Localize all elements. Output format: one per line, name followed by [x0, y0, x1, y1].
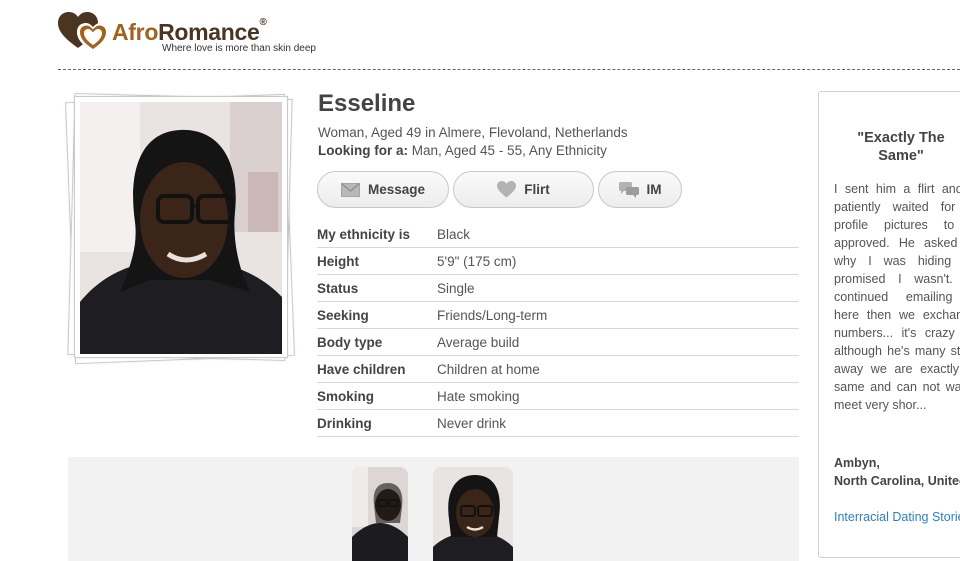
detail-row-ethnicity: My ethnicity is Black [317, 221, 799, 248]
profile-photo[interactable] [80, 102, 282, 354]
site-logo[interactable]: AfroRomance® Where love is more than ski… [58, 12, 328, 58]
detail-label: Have children [317, 361, 406, 377]
detail-row-height: Height 5'9" (175 cm) [317, 248, 799, 275]
im-button-label: IM [646, 182, 662, 197]
detail-label: Drinking [317, 415, 372, 431]
envelope-icon [340, 182, 360, 197]
photo-thumbnail[interactable] [352, 467, 408, 561]
registered-mark: ® [259, 17, 267, 28]
flirt-button[interactable]: Flirt [453, 171, 594, 208]
detail-label: Seeking [317, 307, 369, 323]
looking-for: Looking for a: Man, Aged 45 - 55, Any Et… [318, 143, 607, 158]
profile-name: Esseline [318, 90, 416, 117]
detail-label: Height [317, 253, 359, 269]
message-button-label: Message [367, 182, 426, 197]
im-button[interactable]: IM [598, 171, 682, 208]
detail-row-drinking: Drinking Never drink [317, 410, 799, 437]
detail-value: Black [437, 226, 471, 242]
detail-value: Friends/Long-term [437, 307, 548, 323]
thumbnail-image [352, 467, 408, 561]
testimonial-author-name: Ambyn, [834, 456, 880, 470]
photo-thumbnail-strip [68, 457, 799, 561]
detail-value: Never drink [437, 415, 507, 431]
looking-for-value: Man, Aged 45 - 55, Any Ethnicity [408, 143, 607, 158]
looking-for-label: Looking for a: [318, 143, 408, 158]
detail-value: 5'9" (175 cm) [437, 253, 517, 269]
message-button[interactable]: Message [317, 171, 449, 208]
thumbnail-image [433, 467, 513, 561]
detail-row-seeking: Seeking Friends/Long-term [317, 302, 799, 329]
testimonial-stories-link[interactable]: Interracial Dating Stories [834, 508, 960, 526]
flirt-button-label: Flirt [524, 182, 550, 197]
testimonial-panel: "Exactly The Same" I sent him a flirt an… [818, 91, 960, 558]
testimonial-body: I sent him a flirt and he patiently wait… [834, 182, 960, 412]
detail-value: Children at home [437, 361, 540, 377]
heart-icon [497, 181, 517, 198]
profile-photo-stack[interactable] [65, 92, 295, 365]
detail-row-children: Have children Children at home [317, 356, 799, 383]
detail-label: My ethnicity is [317, 226, 411, 242]
logo-text-afro: Afro [112, 19, 159, 45]
detail-value: Hate smoking [437, 388, 520, 404]
detail-label: Smoking [317, 388, 375, 404]
detail-label: Status [317, 280, 359, 296]
photo-thumbnail[interactable] [433, 467, 513, 561]
hearts-logo-icon [58, 12, 109, 52]
testimonial-author: Ambyn, North Carolina, United States [834, 454, 960, 490]
profile-summary: Woman, Aged 49 in Almere, Flevoland, Net… [318, 125, 628, 140]
profile-details-table: My ethnicity is Black Height 5'9" (175 c… [317, 221, 799, 437]
detail-value: Single [437, 280, 475, 296]
profile-photo-image [80, 102, 282, 354]
detail-label: Body type [317, 334, 383, 350]
detail-row-body-type: Body type Average build [317, 329, 799, 356]
logo-text-romance: Romance [158, 19, 260, 45]
testimonial-title: "Exactly The Same" [857, 130, 945, 164]
chat-bubbles-icon [618, 181, 639, 198]
logo-tagline: Where love is more than skin deep [162, 43, 316, 54]
logo-wordmark: AfroRomance® [112, 17, 267, 46]
detail-row-smoking: Smoking Hate smoking [317, 383, 799, 410]
testimonial-author-location: North Carolina, United States [834, 474, 960, 488]
detail-value: Average build [437, 334, 520, 350]
detail-row-status: Status Single [317, 275, 799, 302]
header-divider [58, 69, 960, 70]
